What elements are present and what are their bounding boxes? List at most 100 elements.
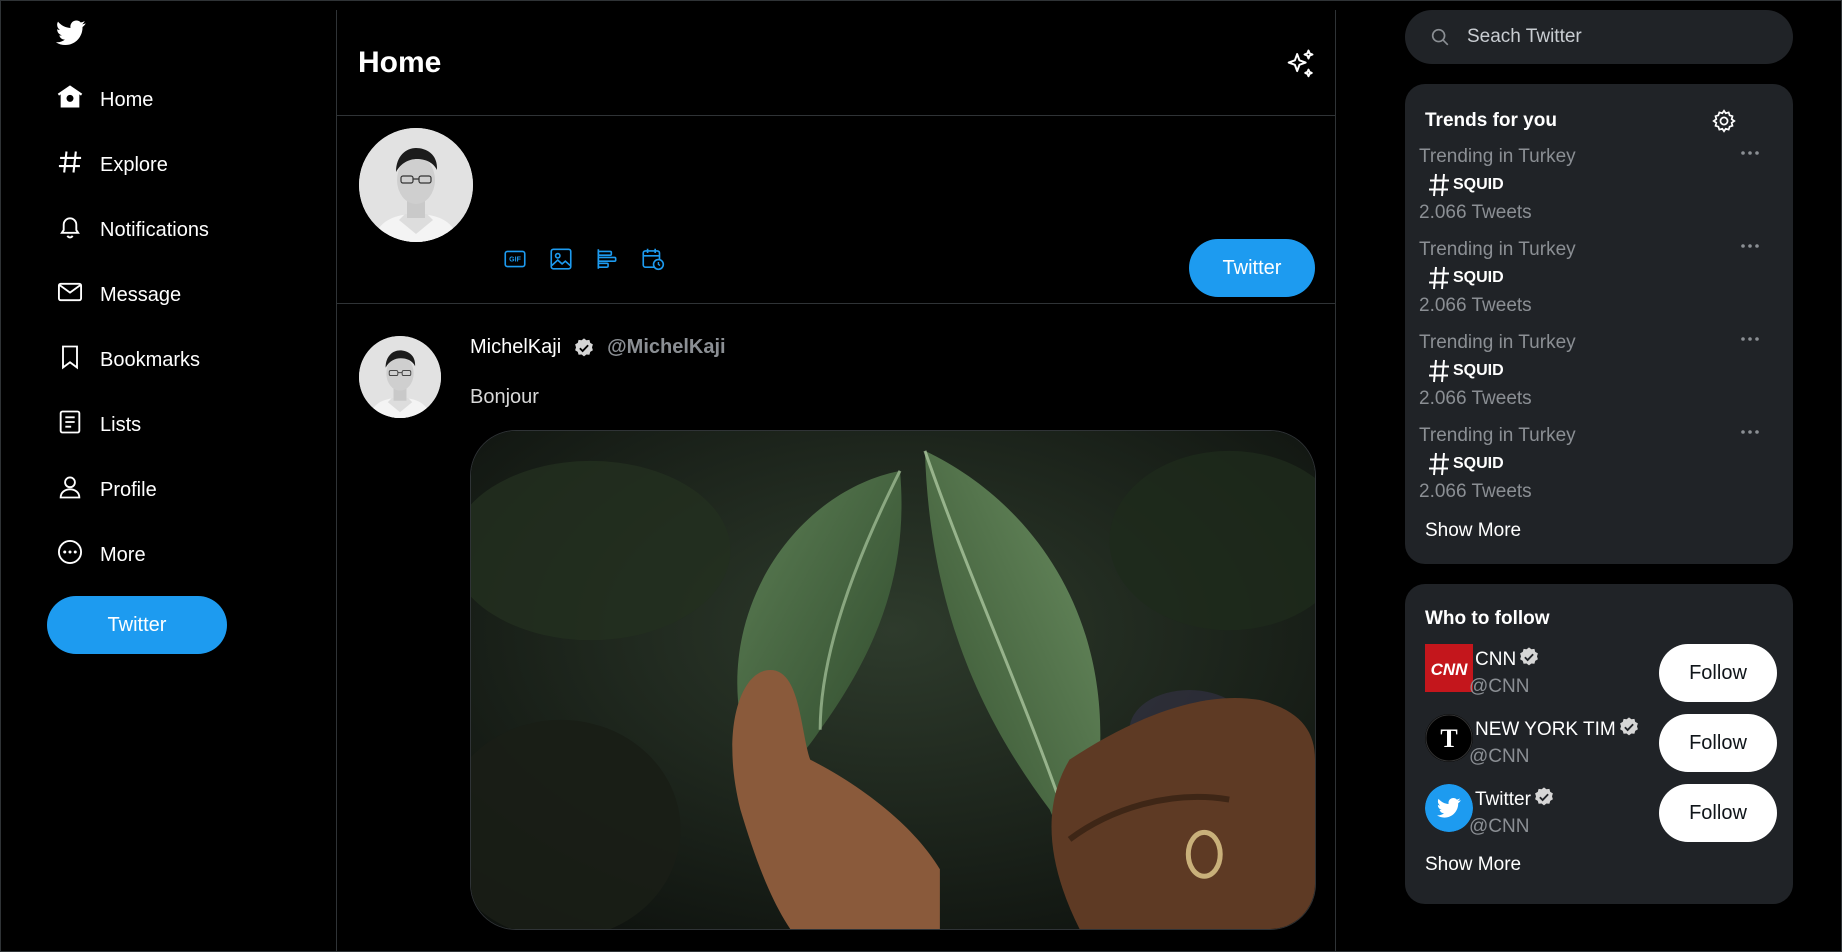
more-horizontal-icon[interactable] — [1739, 425, 1761, 437]
schedule-icon[interactable] — [640, 246, 666, 272]
sidebar: Home Explore Notifications Message Bookm… — [0, 0, 336, 952]
home-icon — [56, 83, 84, 117]
search-bar[interactable] — [1405, 10, 1793, 64]
trend-item[interactable]: Trending in Turkey SQUID 2.066 Tweets — [1419, 239, 1759, 329]
avatar[interactable] — [359, 336, 441, 418]
tweet-author-handle[interactable]: @MichelKaji — [607, 336, 725, 359]
more-horizontal-icon[interactable] — [1739, 239, 1761, 251]
trends-show-more-link[interactable]: Show More — [1425, 520, 1521, 542]
follow-suggestion[interactable]: T NEW YORK TIM @CNN Follow — [1425, 714, 1777, 774]
more-circle-icon — [56, 538, 84, 572]
tweet-header: MichelKaji @MichelKaji — [470, 336, 726, 359]
suggestion-name: CNN — [1475, 646, 1540, 674]
who-to-follow-panel: Who to follow CNN CNN @CNN Follow T NEW … — [1405, 584, 1793, 904]
envelope-icon — [56, 278, 84, 312]
twitter-bird-icon[interactable] — [55, 20, 86, 46]
trend-item[interactable]: Trending in Turkey SQUID 2.066 Tweets — [1419, 146, 1759, 236]
suggestion-handle: @CNN — [1469, 746, 1530, 767]
follow-suggestion[interactable]: CNN CNN @CNN Follow — [1425, 644, 1777, 704]
sidebar-item-label: Message — [100, 283, 182, 306]
verified-badge-icon — [573, 337, 595, 359]
compose-submit-button[interactable]: Twitter — [1189, 239, 1315, 297]
search-input[interactable] — [1467, 17, 1767, 57]
suggestion-handle: @CNN — [1469, 676, 1530, 697]
main-timeline: Home GIF Twitter MichelKaji @MichelKaji … — [336, 10, 1336, 952]
verified-badge-icon — [1533, 786, 1555, 814]
who-to-follow-show-more-link[interactable]: Show More — [1425, 854, 1521, 876]
nyt-logo-icon: T — [1425, 714, 1473, 762]
hashtag-icon — [1427, 172, 1451, 198]
image-icon[interactable] — [548, 246, 574, 272]
sidebar-tweet-button[interactable]: Twitter — [47, 596, 227, 654]
hashtag-icon — [1427, 265, 1451, 291]
bell-icon — [56, 213, 84, 247]
trend-count: 2.066 Tweets — [1419, 295, 1532, 316]
follow-suggestion[interactable]: Twitter @CNN Follow — [1425, 784, 1777, 844]
trend-context: Trending in Turkey — [1419, 146, 1576, 167]
sidebar-item-explore[interactable]: Explore — [56, 145, 168, 185]
follow-button[interactable]: Follow — [1659, 644, 1777, 702]
svg-text:T: T — [1440, 724, 1457, 753]
sidebar-item-bookmarks[interactable]: Bookmarks — [56, 340, 200, 380]
sidebar-item-label: Home — [100, 88, 154, 111]
timeline-header: Home — [337, 10, 1335, 116]
suggestion-name: Twitter — [1475, 786, 1555, 814]
sidebar-item-profile[interactable]: Profile — [56, 470, 157, 510]
who-to-follow-title: Who to follow — [1425, 608, 1550, 629]
trend-context: Trending in Turkey — [1419, 425, 1576, 446]
verified-badge-icon — [1518, 646, 1540, 674]
trend-count: 2.066 Tweets — [1419, 388, 1532, 409]
trend-name: SQUID — [1453, 455, 1504, 472]
gear-icon[interactable] — [1711, 108, 1737, 134]
trend-tag: SQUID — [1427, 358, 1504, 384]
trend-name: SQUID — [1453, 269, 1504, 286]
more-horizontal-icon[interactable] — [1739, 146, 1761, 158]
cnn-logo-icon: CNN — [1425, 644, 1473, 692]
hashtag-icon — [56, 148, 84, 182]
tweet[interactable]: MichelKaji @MichelKaji Bonjour — [337, 304, 1335, 952]
trend-count: 2.066 Tweets — [1419, 481, 1532, 502]
tweet-text: Bonjour — [470, 386, 539, 408]
trend-context: Trending in Turkey — [1419, 239, 1576, 260]
trend-tag: SQUID — [1427, 451, 1504, 477]
trend-count: 2.066 Tweets — [1419, 202, 1532, 223]
suggestion-name-text: NEW YORK TIM — [1475, 719, 1616, 740]
composer-tools: GIF — [502, 246, 666, 272]
list-icon — [56, 408, 84, 442]
verified-badge-icon — [1618, 716, 1640, 744]
person-icon — [56, 473, 84, 507]
trend-item[interactable]: Trending in Turkey SQUID 2.066 Tweets — [1419, 332, 1759, 422]
search-icon — [1431, 28, 1449, 46]
tweet-composer: GIF Twitter — [337, 116, 1335, 304]
twitter-bird-icon — [1425, 784, 1473, 832]
trend-name: SQUID — [1453, 176, 1504, 193]
trend-item[interactable]: Trending in Turkey SQUID 2.066 Tweets — [1419, 425, 1759, 515]
tweet-author-name[interactable]: MichelKaji — [470, 336, 561, 359]
suggestion-name: NEW YORK TIM — [1475, 716, 1640, 744]
trends-panel: Trends for you Trending in Turkey SQUID … — [1405, 84, 1793, 564]
tweet-image[interactable] — [470, 430, 1316, 930]
suggestion-name-text: CNN — [1475, 649, 1517, 670]
more-horizontal-icon[interactable] — [1739, 332, 1761, 344]
sidebar-item-lists[interactable]: Lists — [56, 405, 141, 445]
sidebar-item-notifications[interactable]: Notifications — [56, 210, 209, 250]
sidebar-item-label: Bookmarks — [100, 348, 201, 371]
trend-name: SQUID — [1453, 362, 1504, 379]
hashtag-icon — [1427, 451, 1451, 477]
trends-title: Trends for you — [1425, 110, 1557, 131]
hashtag-icon — [1427, 358, 1451, 384]
trend-tag: SQUID — [1427, 265, 1504, 291]
sidebar-item-more[interactable]: More — [56, 535, 146, 575]
gif-icon[interactable]: GIF — [502, 246, 528, 272]
sidebar-item-message[interactable]: Message — [56, 275, 181, 315]
follow-button[interactable]: Follow — [1659, 784, 1777, 842]
sidebar-item-label: Notifications — [100, 218, 209, 241]
svg-text:CNN: CNN — [1431, 660, 1469, 679]
page-title: Home — [358, 46, 442, 79]
poll-icon[interactable] — [594, 246, 620, 272]
sidebar-item-home[interactable]: Home — [56, 80, 153, 120]
suggestion-handle: @CNN — [1469, 816, 1530, 837]
sparkle-icon[interactable] — [1283, 47, 1317, 81]
follow-button[interactable]: Follow — [1659, 714, 1777, 772]
sidebar-item-label: Explore — [100, 153, 168, 176]
